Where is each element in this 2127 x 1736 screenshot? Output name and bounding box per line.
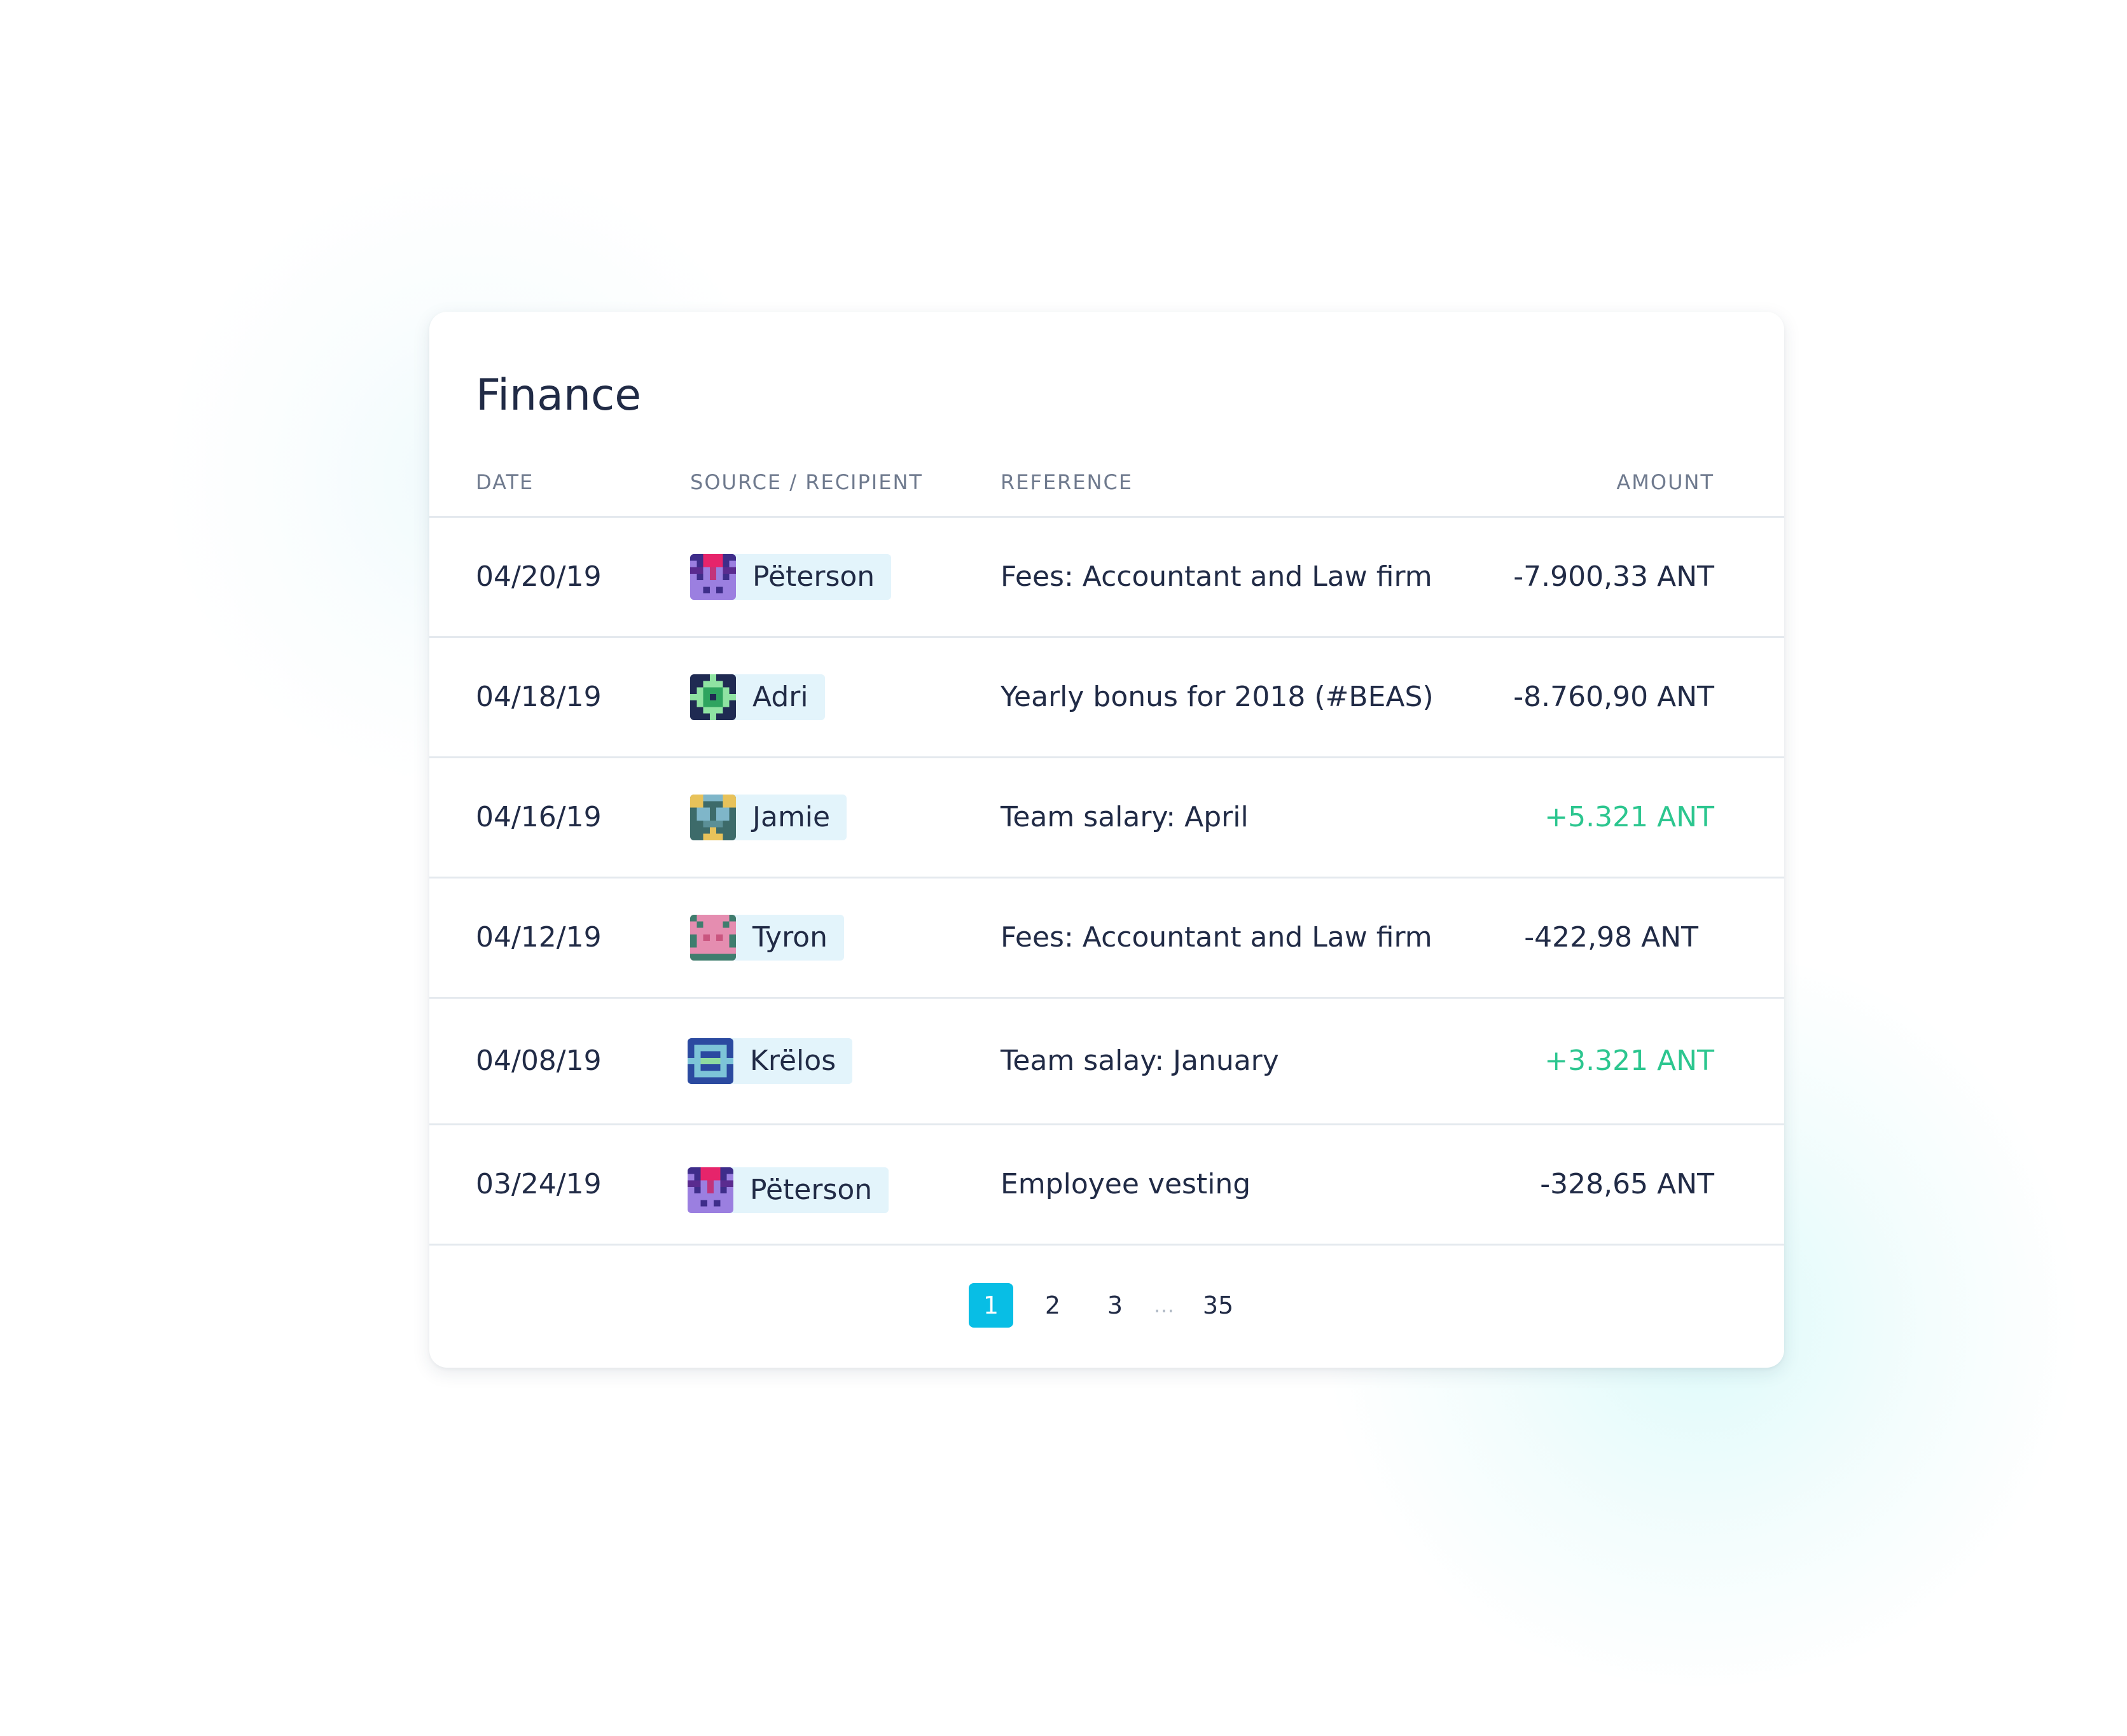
table-row[interactable]: 04/08/19 Krëlos Team salay: January +3.3… [429, 999, 1784, 1125]
transaction-date: 04/18/19 [476, 681, 602, 713]
recipient-name: Adri [752, 681, 808, 713]
transaction-reference: Yearly bonus for 2018 (#BEAS) [1001, 681, 1434, 713]
transaction-date: 04/12/19 [476, 921, 602, 954]
page: Finance DATE SOURCE / RECIPIENT REFERENC… [0, 0, 2127, 1736]
transaction-reference: Fees: Accountant and Law firm [1001, 560, 1432, 593]
recipient-name: Pëterson [750, 1174, 873, 1207]
identicon-avatar-icon [688, 1167, 733, 1214]
page-title: Finance [476, 370, 642, 420]
table-row[interactable]: 04/18/19 Adri Yearly bonus for 2018 (#BE… [429, 638, 1784, 758]
transaction-date: 04/16/19 [476, 801, 602, 833]
recipient-name: Pëterson [752, 560, 875, 593]
recipient-name: Jamie [752, 801, 831, 833]
table-header: DATE SOURCE / RECIPIENT REFERENCE AMOUNT [429, 464, 1784, 496]
recipient-badge[interactable]: Tyron [690, 915, 844, 961]
identicon-avatar-icon [688, 1038, 733, 1084]
pagination-ellipsis: ... [1153, 1293, 1175, 1318]
recipient-badge[interactable]: Adri [690, 674, 825, 720]
column-header-amount: AMOUNT [1616, 470, 1714, 494]
page-button-1[interactable]: 1 [969, 1283, 1013, 1328]
transaction-date: 03/24/19 [476, 1168, 602, 1200]
identicon-avatar-icon [690, 554, 736, 600]
recipient-badge[interactable]: Pëterson [688, 1167, 889, 1214]
page-button-last[interactable]: 35 [1189, 1283, 1247, 1328]
table-row[interactable]: 03/24/19 Pëterson Employee vesting -328,… [429, 1125, 1784, 1246]
identicon-avatar-icon [690, 795, 736, 840]
column-header-reference: REFERENCE [1001, 470, 1133, 494]
transaction-amount: +5.321 ANT [1544, 801, 1714, 833]
transactions-table-body: 04/20/19 Pëterson Fees: Accountant and L… [429, 516, 1784, 1246]
column-header-source-recipient: SOURCE / RECIPIENT [690, 470, 923, 494]
column-header-date: DATE [476, 470, 534, 494]
table-row[interactable]: 04/20/19 Pëterson Fees: Accountant and L… [429, 518, 1784, 638]
table-row[interactable]: 04/16/19 Jamie Team salary: April +5.321… [429, 758, 1784, 878]
transaction-amount: -328,65 ANT [1540, 1168, 1714, 1200]
transaction-amount: -8.760,90 ANT [1513, 681, 1714, 713]
finance-panel: Finance DATE SOURCE / RECIPIENT REFERENC… [429, 312, 1784, 1368]
transaction-reference: Team salay: January [1001, 1045, 1279, 1077]
transaction-date: 04/20/19 [476, 560, 602, 593]
transaction-reference: Employee vesting [1001, 1168, 1251, 1200]
page-button-2[interactable]: 2 [1030, 1283, 1075, 1328]
identicon-avatar-icon [690, 915, 736, 961]
recipient-badge[interactable]: Jamie [690, 795, 847, 840]
recipient-badge[interactable]: Pëterson [690, 554, 892, 600]
pagination: 1 2 3 ... 35 [429, 1247, 1784, 1368]
recipient-badge[interactable]: Krëlos [688, 1038, 853, 1084]
recipient-name: Tyron [752, 921, 828, 954]
transaction-amount: +3.321 ANT [1544, 1045, 1714, 1077]
page-button-3[interactable]: 3 [1093, 1283, 1137, 1328]
table-row[interactable]: 04/12/19 Tyron Fees: Accountant and Law … [429, 878, 1784, 999]
transaction-amount: -7.900,33 ANT [1513, 560, 1714, 593]
transaction-reference: Fees: Accountant and Law firm [1001, 921, 1432, 954]
transaction-reference: Team salary: April [1001, 801, 1249, 833]
identicon-avatar-icon [690, 674, 736, 720]
transaction-date: 04/08/19 [476, 1045, 602, 1077]
recipient-name: Krëlos [750, 1045, 836, 1077]
transaction-amount: -422,98 ANT [1524, 921, 1698, 954]
